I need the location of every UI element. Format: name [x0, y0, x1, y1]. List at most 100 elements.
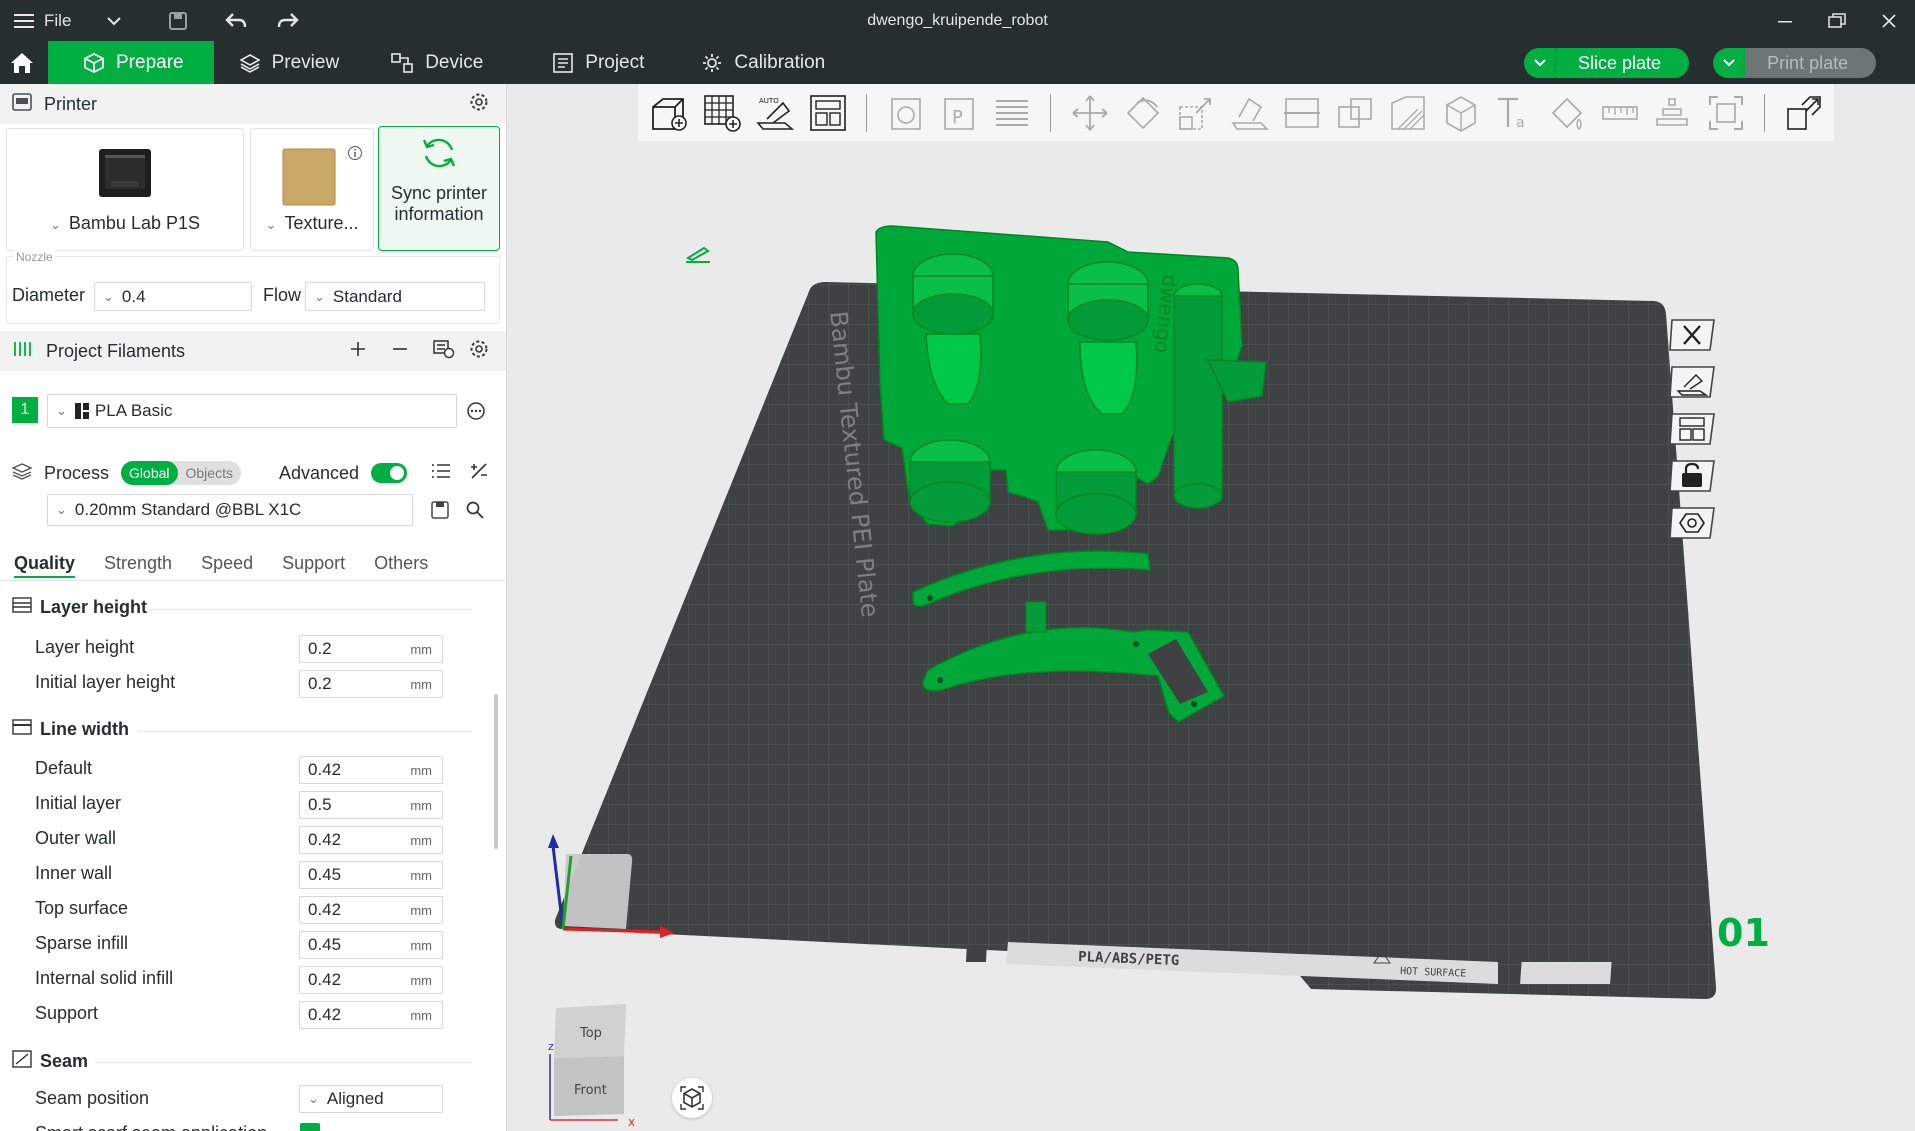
- assembly-icon[interactable]: [1652, 92, 1693, 133]
- explode-view-icon[interactable]: [1783, 92, 1824, 133]
- sync-printer-button[interactable]: Sync printer information: [378, 126, 500, 251]
- split-parts-icon[interactable]: P: [938, 92, 979, 133]
- hamburger-icon[interactable]: [14, 12, 36, 30]
- line-width-top-surface-input[interactable]: 0.42 mm: [299, 896, 443, 924]
- line-width-inner-wall-input[interactable]: 0.45 mm: [299, 861, 443, 889]
- text-tool-icon[interactable]: a: [1493, 92, 1534, 133]
- arrange-plate-icon[interactable]: [1668, 410, 1716, 448]
- split-objects-icon[interactable]: [885, 92, 926, 133]
- 3d-viewport[interactable]: Bambu Textured PEI Plate PLA/ABS/PETG HO…: [508, 84, 1915, 1131]
- tab-device[interactable]: Device: [365, 41, 509, 84]
- view-mode-icon[interactable]: [672, 1078, 712, 1118]
- list-icon[interactable]: [431, 463, 451, 484]
- color-painting-icon[interactable]: [1546, 92, 1587, 133]
- filament-index-badge[interactable]: 1: [12, 397, 38, 423]
- variable-layer-icon[interactable]: [991, 92, 1032, 133]
- add-icon[interactable]: [349, 340, 367, 363]
- layer-height-icon: [12, 597, 32, 618]
- subtab-others[interactable]: Others: [374, 553, 428, 578]
- subtab-support[interactable]: Support: [282, 553, 345, 578]
- lay-on-face-icon[interactable]: [1228, 92, 1269, 133]
- home-icon[interactable]: [0, 41, 44, 84]
- gear-icon[interactable]: [469, 92, 489, 117]
- tab-preview[interactable]: Preview: [214, 41, 366, 84]
- printer-select-card[interactable]: ⌄ Bambu Lab P1S: [6, 128, 244, 251]
- initial-layer-height-input[interactable]: 0.2 mm: [299, 670, 443, 698]
- line-width-internal-solid-infill-input[interactable]: 0.42 mm: [299, 966, 443, 994]
- lock-plate-icon[interactable]: [1668, 457, 1716, 495]
- tab-prepare[interactable]: Prepare: [48, 41, 214, 84]
- panel-scrollbar[interactable]: [494, 694, 498, 849]
- measure-icon[interactable]: [1599, 92, 1640, 133]
- search-icon[interactable]: [466, 501, 484, 524]
- compare-icon[interactable]: [469, 462, 489, 485]
- process-preset-select[interactable]: ⌄ 0.20mm Standard @BBL X1C: [47, 494, 413, 526]
- diameter-value: 0.4: [121, 286, 146, 306]
- navcube-front-label[interactable]: Front: [574, 1083, 607, 1098]
- gear-icon[interactable]: [469, 339, 489, 364]
- info-icon[interactable]: [347, 145, 363, 166]
- filament-select[interactable]: ⌄ PLA Basic: [47, 394, 457, 428]
- scale-icon[interactable]: [1175, 92, 1216, 133]
- scope-global-option[interactable]: Global: [121, 461, 178, 485]
- line-width-support-input[interactable]: 0.42 mm: [299, 1001, 443, 1029]
- build-plate-scene[interactable]: Bambu Textured PEI Plate PLA/ABS/PETG HO…: [508, 84, 1915, 1131]
- chevron-down-icon[interactable]: [1713, 48, 1746, 78]
- move-icon[interactable]: [1069, 92, 1110, 133]
- chevron-down-icon[interactable]: [97, 4, 131, 38]
- cut-icon[interactable]: [1281, 92, 1322, 133]
- redo-icon[interactable]: [271, 4, 305, 38]
- remove-icon[interactable]: [391, 340, 409, 363]
- tab-project[interactable]: Project: [509, 41, 670, 84]
- auto-orient-plate-icon[interactable]: [1668, 363, 1716, 401]
- diameter-select[interactable]: ⌄ 0.4: [94, 282, 252, 311]
- delete-plate-icon[interactable]: [1668, 316, 1716, 354]
- chevron-down-icon[interactable]: [1524, 48, 1556, 78]
- field-value: 0.2: [308, 639, 332, 658]
- line-width-sparse-infill-input[interactable]: 0.45 mm: [299, 931, 443, 959]
- auto-orient-icon[interactable]: AUTO: [754, 92, 795, 133]
- scope-toggle[interactable]: Global Objects: [121, 461, 241, 485]
- plate-settings-icon[interactable]: [1668, 504, 1716, 542]
- arrange-icon[interactable]: [807, 92, 848, 133]
- filament-sync-icon[interactable]: [433, 339, 455, 364]
- svg-text:P: P: [952, 107, 963, 128]
- advanced-label: Advanced: [278, 462, 359, 483]
- slice-plate-button[interactable]: Slice plate: [1524, 48, 1690, 78]
- file-menu[interactable]: File: [44, 11, 71, 31]
- tab-calibration[interactable]: Calibration: [670, 41, 851, 84]
- boolean-icon[interactable]: [1334, 92, 1375, 133]
- plate-number: 01: [1717, 911, 1770, 955]
- rotate-icon[interactable]: [1122, 92, 1163, 133]
- save-preset-icon[interactable]: [431, 501, 449, 524]
- scope-objects-option[interactable]: Objects: [178, 461, 241, 485]
- subtab-quality[interactable]: Quality: [14, 553, 76, 578]
- add-plate-icon[interactable]: [701, 92, 742, 133]
- smart-scarf-seam-checkbox[interactable]: [300, 1123, 320, 1131]
- line-width-default-input[interactable]: 0.42 mm: [299, 756, 443, 784]
- advanced-toggle[interactable]: [371, 463, 407, 483]
- close-icon[interactable]: [1863, 0, 1915, 41]
- save-icon[interactable]: [161, 4, 195, 38]
- more-options-icon[interactable]: [466, 401, 486, 426]
- fit-view-icon[interactable]: [1705, 92, 1746, 133]
- plate-type-card[interactable]: ⌄ Texture...: [250, 128, 374, 251]
- navcube-top-label[interactable]: Top: [579, 1026, 602, 1041]
- restore-icon[interactable]: [1811, 0, 1863, 41]
- line-width-initial-layer-input[interactable]: 0.5 mm: [299, 791, 443, 819]
- seam-painting-icon[interactable]: [1440, 92, 1481, 133]
- subtab-strength[interactable]: Strength: [104, 553, 172, 578]
- undo-icon[interactable]: [219, 4, 253, 38]
- flow-select[interactable]: ⌄ Standard: [305, 282, 485, 311]
- view-navigation-cube[interactable]: Top Front x z: [548, 1002, 648, 1130]
- minimize-icon[interactable]: [1759, 0, 1811, 41]
- svg-text:a: a: [1516, 115, 1525, 131]
- seam-position-select[interactable]: ⌄ Aligned: [299, 1085, 443, 1113]
- layer-height-input[interactable]: 0.2 mm: [299, 635, 443, 663]
- print-plate-button[interactable]: Print plate: [1713, 48, 1877, 78]
- line-width-outer-wall-input[interactable]: 0.42 mm: [299, 826, 443, 854]
- subtab-speed[interactable]: Speed: [201, 553, 253, 578]
- support-painting-icon[interactable]: [1387, 92, 1428, 133]
- add-object-icon[interactable]: [648, 92, 689, 133]
- printer-icon: [12, 92, 32, 116]
